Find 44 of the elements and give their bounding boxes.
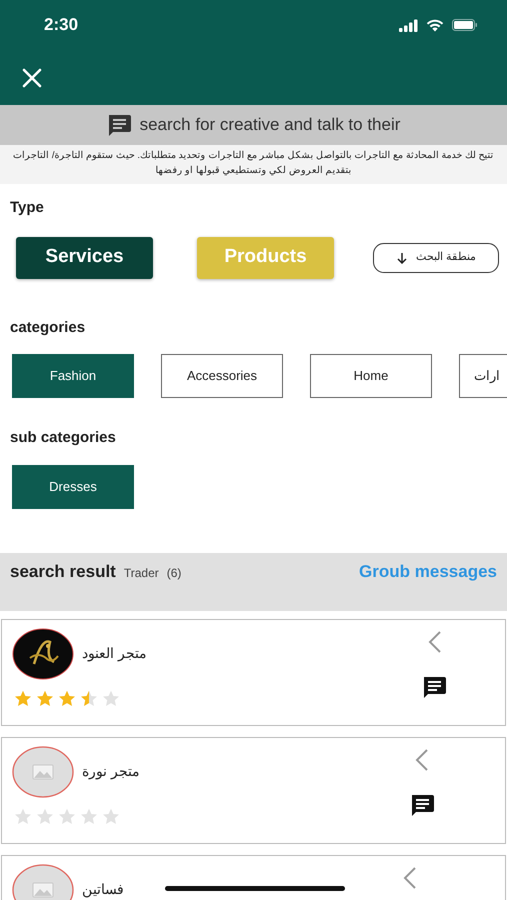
- category-chip[interactable]: Fashion: [12, 354, 134, 398]
- star-icon: [36, 690, 54, 706]
- status-time: 2:30: [44, 14, 78, 36]
- image-placeholder-icon: [12, 746, 74, 798]
- star-icon: [14, 808, 32, 824]
- star-icon: [80, 808, 98, 824]
- wifi-icon: [426, 18, 444, 32]
- trader-name: متجر العنود: [82, 645, 147, 662]
- category-chip[interactable]: ارات: [459, 354, 507, 398]
- chevron-icon[interactable]: [402, 866, 418, 890]
- trader-card[interactable]: متجر العنود: [1, 618, 506, 726]
- trader-name: متجر نورة: [82, 763, 140, 780]
- down-arrow-icon: [396, 252, 408, 264]
- star-icon: [58, 690, 76, 706]
- battery-icon: [452, 19, 477, 31]
- star-icon: [102, 690, 120, 706]
- trader-name: فساتين: [82, 881, 124, 898]
- banner-description: تتيح لك خدمة المحادثة مع التاجرات بالتواصل بشكل مباشر مع التاجرات وتحديد متطلباتك. حيث ستقوم التاجرة/ التاجرات بتقديم العروض لكي وتستطيعي قبولها او رفضها: [0, 145, 507, 184]
- close-icon[interactable]: [22, 68, 42, 88]
- section-label: categories: [9, 318, 86, 338]
- star-icon: [58, 808, 76, 824]
- image-placeholder-icon: [12, 864, 74, 900]
- category-chip[interactable]: Home: [310, 354, 432, 398]
- banner-title: search for creative and talk to their: [140, 114, 400, 136]
- star-icon: [80, 690, 98, 706]
- trader-label: Trader: [124, 564, 159, 582]
- signal-icon: [399, 18, 418, 32]
- chevron-icon[interactable]: [414, 748, 430, 772]
- star-icon: [36, 808, 54, 824]
- chevron-icon[interactable]: [427, 630, 443, 654]
- section-label: Type: [9, 198, 45, 218]
- chat-icon[interactable]: [422, 676, 447, 698]
- star-icon: [102, 808, 120, 824]
- search-area-button[interactable]: منطقة البحث: [373, 242, 499, 272]
- trader-card[interactable]: متجر نورة: [1, 736, 506, 844]
- star-icon: [14, 690, 32, 706]
- section-label: sub categories: [9, 428, 117, 448]
- chat-icon: [106, 114, 132, 136]
- results-title: search result: [10, 560, 116, 582]
- chat-icon[interactable]: [410, 794, 435, 816]
- trader-count: (6): [166, 564, 182, 582]
- category-chip[interactable]: Accessories: [161, 354, 283, 398]
- type-tab[interactable]: Services: [16, 236, 153, 278]
- category-chip[interactable]: Dresses: [12, 464, 134, 508]
